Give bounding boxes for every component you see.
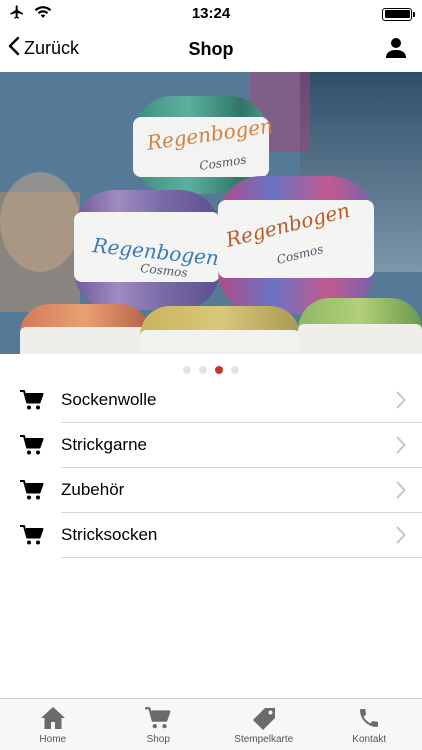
tab-bar: Home Shop Stempelkarte Kontakt (0, 698, 422, 750)
chevron-right-icon (396, 481, 406, 504)
list-item-stricksocken[interactable]: Stricksocken (0, 513, 422, 558)
tab-contact[interactable]: Kontakt (317, 699, 422, 750)
page-title: Shop (188, 39, 234, 59)
list-item-label: Strickgarne (61, 435, 147, 454)
shop-category-list: Sockenwolle Strickgarne Zubehör Strickso… (0, 378, 422, 558)
page-dot[interactable] (231, 366, 239, 374)
battery-icon (382, 7, 415, 21)
list-item-strickgarne[interactable]: Strickgarne (0, 423, 422, 468)
user-account-button[interactable] (386, 37, 406, 64)
navigation-bar: Zurück Shop (0, 28, 422, 72)
list-item-sockenwolle[interactable]: Sockenwolle (0, 378, 422, 423)
carousel-page-indicator[interactable] (0, 364, 422, 376)
tag-icon (251, 706, 277, 737)
yarn-photo: Regenbogen Cosmos Regenbogen Cosmos Rege… (0, 72, 422, 354)
tab-home[interactable]: Home (0, 699, 106, 750)
chevron-right-icon (396, 391, 406, 414)
list-item-label: Zubehör (61, 480, 125, 499)
status-time: 13:24 (191, 5, 231, 22)
cart-icon (20, 524, 44, 551)
tab-stamp-card[interactable]: Stempelkarte (211, 699, 317, 750)
tab-shop[interactable]: Shop (106, 699, 212, 750)
list-item-label: Stricksocken (61, 525, 158, 544)
cart-icon (20, 389, 44, 416)
tab-label: Home (39, 734, 67, 745)
home-icon (40, 706, 66, 735)
list-item-zubehoer[interactable]: Zubehör (0, 468, 422, 513)
tab-label: Shop (146, 734, 170, 745)
status-bar: 13:24 (0, 0, 422, 28)
hero-carousel-image[interactable]: Regenbogen Cosmos Regenbogen Cosmos Rege… (0, 72, 422, 354)
chevron-right-icon (396, 436, 406, 459)
page-dot[interactable] (199, 366, 207, 374)
cart-icon (20, 479, 44, 506)
page-dot[interactable] (183, 366, 191, 374)
list-item-label: Sockenwolle (61, 390, 157, 409)
cart-icon (20, 434, 44, 461)
page-dot-active[interactable] (215, 366, 223, 374)
divider (61, 557, 422, 558)
tab-label: Kontakt (352, 734, 387, 745)
user-icon (386, 38, 406, 63)
tab-label: Stempelkarte (234, 734, 294, 745)
chevron-right-icon (396, 526, 406, 549)
cart-icon (145, 706, 171, 735)
phone-icon (357, 706, 381, 735)
